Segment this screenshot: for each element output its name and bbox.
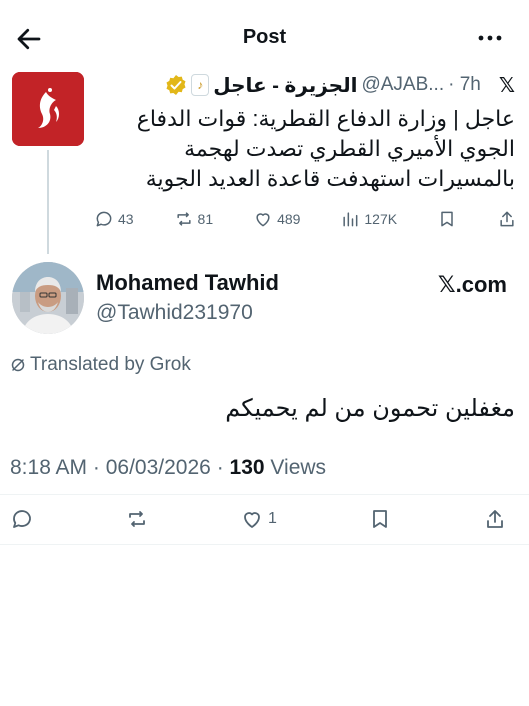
translated-by-grok[interactable]: Translated by Grok xyxy=(10,354,191,376)
reply-button[interactable] xyxy=(10,507,34,531)
parent-tweet-text: عاجل | وزارة الدفاع القطرية: قوات الدفاع… xyxy=(136,106,515,191)
parent-header: ♪ الجزيرة - عاجل @AJAB... · 7h 𝕏 xyxy=(95,70,515,100)
parent-bookmark-button[interactable] xyxy=(437,209,457,229)
tweet-meta: 8:18 AM · 06/03/2026 · 130 Views xyxy=(10,456,326,480)
parent-share-button[interactable] xyxy=(497,209,517,229)
repost-button[interactable] xyxy=(125,507,149,531)
parent-repost-count: 81 xyxy=(197,211,214,227)
grok-icon xyxy=(11,358,25,372)
parent-time: · 7h xyxy=(448,74,481,95)
meta-separator: · xyxy=(92,456,106,479)
author-handle[interactable]: @Tawhid231970 xyxy=(96,301,253,325)
bookmark-icon xyxy=(441,211,453,227)
more-options-icon[interactable] xyxy=(475,28,505,48)
parent-views-count: 127K xyxy=(364,211,398,227)
divider xyxy=(0,494,529,495)
repost-icon xyxy=(129,511,145,527)
thread-line xyxy=(47,150,49,254)
aljazeera-logo-icon xyxy=(12,72,84,146)
like-count: 1 xyxy=(268,510,277,527)
bookmark-button[interactable] xyxy=(368,507,392,531)
x-com-link[interactable]: 𝕏.com xyxy=(438,272,507,298)
repost-icon xyxy=(176,212,191,226)
tweet-time[interactable]: 8:18 AM xyxy=(10,456,87,479)
author-display-name[interactable]: Mohamed Tawhid xyxy=(96,270,279,296)
reply-icon xyxy=(13,510,31,528)
main-action-bar: 1 xyxy=(10,505,507,533)
heart-icon xyxy=(244,512,260,528)
author-avatar[interactable] xyxy=(12,262,84,334)
tweet-views-label: Views xyxy=(270,456,327,479)
translated-label: Translated by Grok xyxy=(30,354,191,375)
page-title: Post xyxy=(242,26,287,48)
parent-display-name[interactable]: الجزيرة - عاجل xyxy=(213,73,357,98)
parent-action-bar: 43 81 489 127K xyxy=(94,206,517,232)
tweet-date[interactable]: 06/03/2026 xyxy=(106,456,211,479)
affiliate-badge-icon: ♪ xyxy=(191,74,210,96)
verified-gold-badge-icon xyxy=(165,74,187,96)
meta-separator: · xyxy=(216,456,230,479)
x-logo-icon: 𝕏 xyxy=(498,74,515,97)
share-icon xyxy=(500,211,514,227)
parent-handle[interactable]: @AJAB... xyxy=(361,74,444,96)
reply-icon xyxy=(96,211,112,227)
parent-like-button[interactable]: 489 xyxy=(253,209,300,229)
tweet-text: مغفلين تحمون من لم يحميكم xyxy=(225,395,515,422)
views-icon xyxy=(343,212,358,227)
parent-reply-count: 43 xyxy=(118,211,134,227)
top-bar: Post xyxy=(0,0,529,70)
divider xyxy=(0,544,529,545)
parent-like-count: 489 xyxy=(277,211,301,227)
parent-reply-button[interactable]: 43 xyxy=(94,209,134,229)
parent-repost-button[interactable]: 81 xyxy=(174,209,214,229)
like-button[interactable]: 1 xyxy=(240,507,277,531)
bookmark-icon xyxy=(373,510,387,528)
share-icon xyxy=(487,510,503,528)
avatar-photo-icon xyxy=(12,262,84,334)
share-button[interactable] xyxy=(483,507,507,531)
parent-avatar[interactable] xyxy=(12,72,84,146)
heart-icon xyxy=(256,213,270,227)
tweet-views-count: 130 xyxy=(229,456,265,479)
parent-views-button[interactable]: 127K xyxy=(340,209,397,229)
